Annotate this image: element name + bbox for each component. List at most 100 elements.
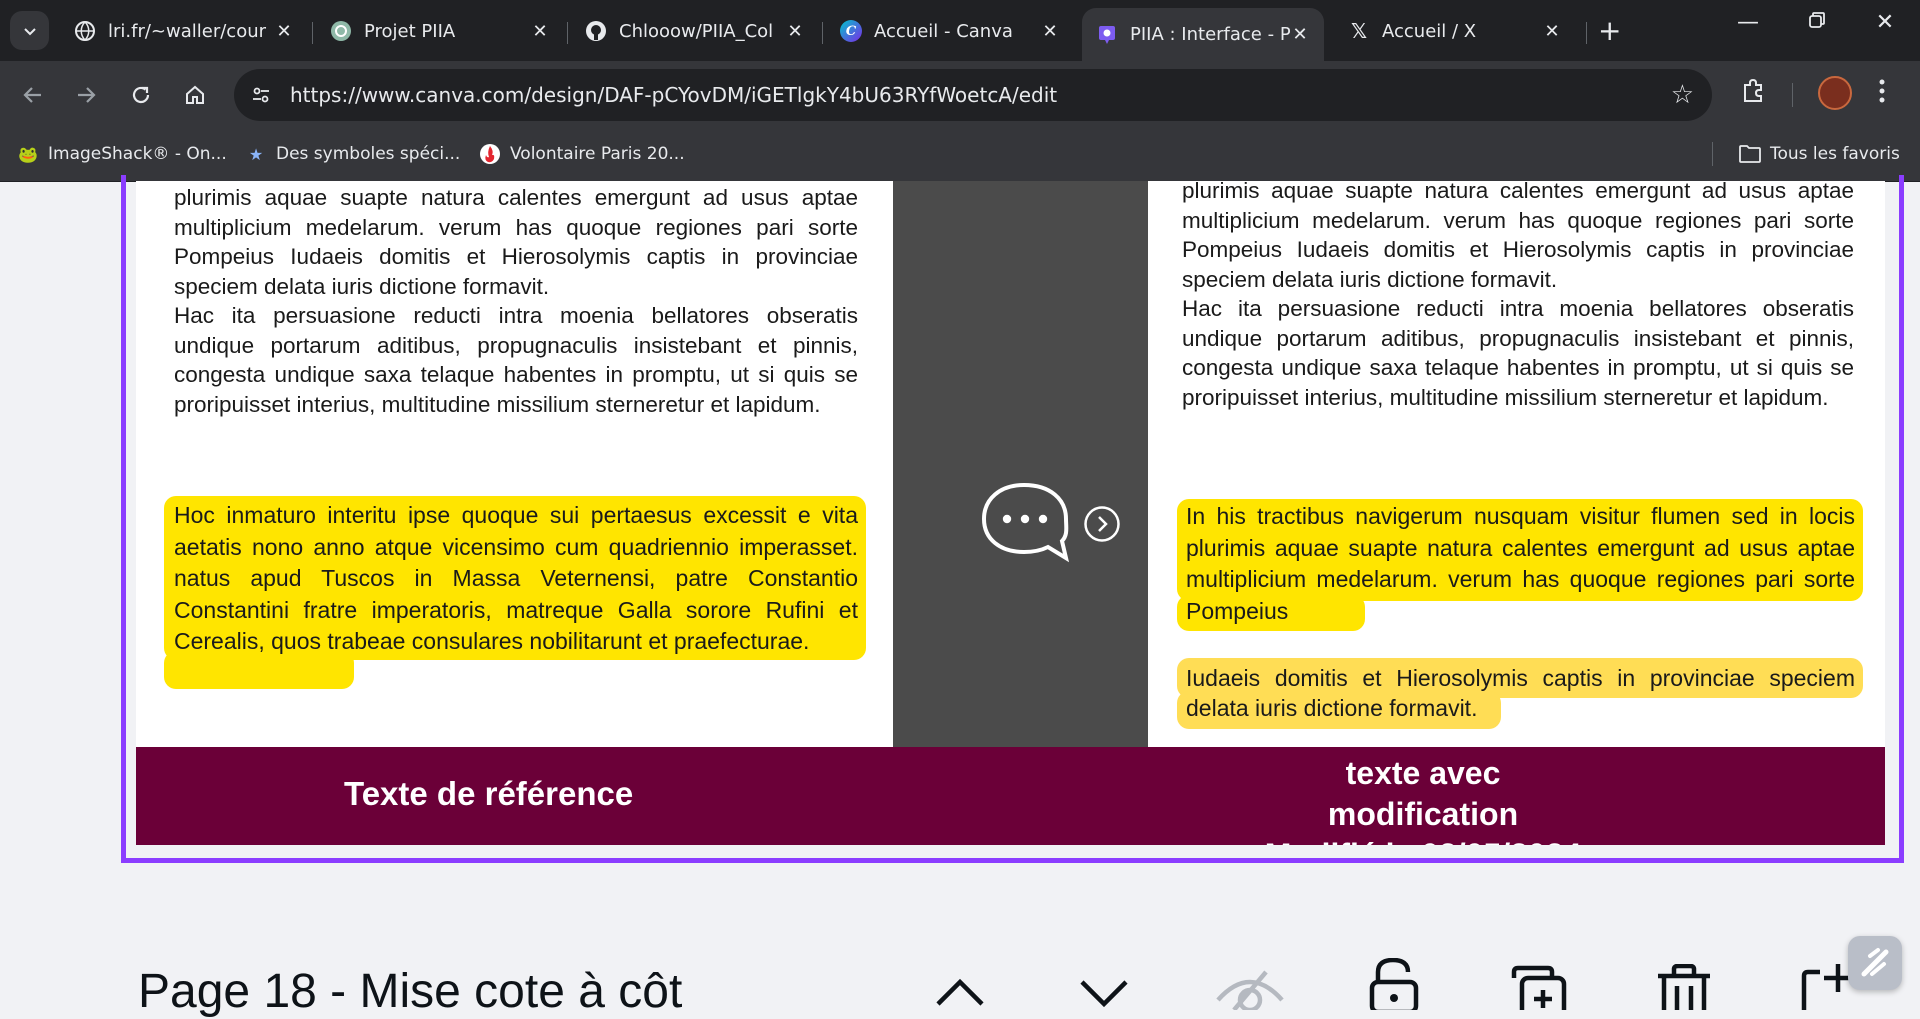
left-paragraph-2: Hac ita persuasione reducti intra moenia… xyxy=(174,303,858,417)
design-page[interactable]: plurimis aquae suapte natura calentes em… xyxy=(136,181,1885,845)
minimize-button[interactable]: — xyxy=(1728,10,1768,35)
bookmark-imageshack[interactable]: 🐸 ImageShack® - On... xyxy=(16,142,227,166)
magic-assistant-button[interactable] xyxy=(1848,936,1902,990)
chevron-up-icon xyxy=(936,978,984,1006)
tab-canva-home[interactable]: C Accueil - Canva ✕ xyxy=(826,8,1074,54)
bookmark-star-icon[interactable]: ☆ xyxy=(1671,80,1694,110)
tab-lri[interactable]: lri.fr/~waller/cour ✕ xyxy=(60,8,308,54)
lock-page-button[interactable] xyxy=(1366,957,1422,1015)
folder-icon xyxy=(1738,142,1762,166)
home-icon xyxy=(186,85,204,104)
restore-icon xyxy=(1809,12,1825,28)
imageshack-icon: 🐸 xyxy=(18,144,38,164)
close-icon[interactable]: ✕ xyxy=(1290,24,1310,45)
footer-modification-date: Modifié le 03/05/2024 xyxy=(1258,835,1588,845)
bookmarks-separator xyxy=(1712,142,1713,166)
page-title[interactable]: Page 18 - Mise cote à côt xyxy=(138,964,682,1019)
right-modified-text[interactable]: plurimis aquae suapte natura calentes em… xyxy=(1182,181,1854,412)
tab-title: Projet PIIA xyxy=(364,20,456,42)
close-icon[interactable]: ✕ xyxy=(1040,21,1060,42)
next-arrow-icon[interactable] xyxy=(1083,505,1121,547)
all-bookmarks-label: Tous les favoris xyxy=(1770,144,1900,164)
close-icon[interactable]: ✕ xyxy=(785,21,805,42)
left-reference-text[interactable]: plurimis aquae suapte natura calentes em… xyxy=(174,183,858,419)
home-button[interactable] xyxy=(178,78,212,112)
chevron-down-icon xyxy=(23,27,36,35)
tab-projet-piia[interactable]: Projet PIIA ✕ xyxy=(316,8,564,54)
browser-toolbar: https://www.canva.com/design/DAF-pCYovDM… xyxy=(0,61,1920,128)
bookmark-label: Volontaire Paris 20... xyxy=(510,144,685,164)
new-tab-button[interactable]: + xyxy=(1598,14,1621,47)
close-window-button[interactable]: ✕ xyxy=(1865,10,1905,35)
toolbar-separator xyxy=(1792,83,1793,107)
tab-search-button[interactable] xyxy=(10,11,49,50)
duplicate-page-button[interactable] xyxy=(1508,964,1568,1019)
tab-github[interactable]: Chlooow/PIIA_Col ✕ xyxy=(571,8,819,54)
footer-modification-label[interactable]: texte avec modification Modifié le 03/05… xyxy=(1258,753,1588,845)
middle-column-panel xyxy=(893,181,1148,747)
bookmark-volontaire[interactable]: Volontaire Paris 20... xyxy=(478,142,685,166)
delete-page-button[interactable] xyxy=(1654,963,1714,1014)
duplicate-page-icon xyxy=(1511,965,1567,1019)
extensions-button[interactable] xyxy=(1740,78,1766,110)
x-icon: 𝕏 xyxy=(1350,19,1368,43)
trash-icon xyxy=(1658,963,1710,1010)
tab-title: PIIA : Interface - P xyxy=(1130,24,1290,45)
footer-modification-line1: texte avec modification xyxy=(1327,755,1519,832)
tab-bar: lri.fr/~waller/cour ✕ Projet PIIA ✕ Chlo… xyxy=(0,0,1920,61)
bookmark-symboles[interactable]: ★ Des symboles spéci... xyxy=(244,142,460,166)
chat-bubble-icon[interactable] xyxy=(976,479,1076,575)
bookmarks-bar: 🐸 ImageShack® - On... ★ Des symboles spé… xyxy=(0,128,1920,182)
tab-title: lri.fr/~waller/cour xyxy=(108,20,267,42)
chevron-down-icon xyxy=(1080,980,1128,1008)
github-icon xyxy=(585,20,607,42)
eye-slash-icon xyxy=(1216,970,1284,1013)
back-button[interactable] xyxy=(16,78,50,112)
close-icon[interactable]: ✕ xyxy=(1542,21,1562,42)
menu-button[interactable] xyxy=(1878,78,1886,110)
bookmark-label: Des symboles spéci... xyxy=(276,144,461,164)
kebab-menu-icon xyxy=(1879,79,1885,103)
address-bar[interactable]: https://www.canva.com/design/DAF-pCYovDM… xyxy=(234,69,1712,121)
arrow-right-icon xyxy=(78,87,96,103)
right-highlight-2-text[interactable]: Iudaeis domitis et Hierosolymis captis i… xyxy=(1186,663,1855,723)
tab-title: Accueil - Canva xyxy=(874,20,1013,42)
tab-separator xyxy=(312,22,313,44)
right-paragraph-1: plurimis aquae suapte natura calentes em… xyxy=(1182,181,1854,292)
tab-title: Chlooow/PIIA_Col xyxy=(619,20,774,42)
close-icon[interactable]: ✕ xyxy=(530,21,550,42)
move-page-up-button[interactable] xyxy=(934,968,986,1014)
tab-title: Accueil / X xyxy=(1382,20,1477,42)
profile-avatar[interactable] xyxy=(1818,76,1852,110)
forward-button[interactable] xyxy=(69,78,103,112)
hide-page-button[interactable] xyxy=(1214,970,1286,1014)
reload-button[interactable] xyxy=(124,78,158,112)
reload-icon xyxy=(132,86,150,104)
site-settings-icon[interactable] xyxy=(248,82,274,108)
bookmark-label: ImageShack® - On... xyxy=(48,144,227,164)
right-paragraph-2: Hac ita persuasione reducti intra moenia… xyxy=(1182,296,1854,410)
move-page-down-button[interactable] xyxy=(1078,968,1130,1014)
url-text[interactable]: https://www.canva.com/design/DAF-pCYovDM… xyxy=(290,83,1057,107)
left-highlight-text[interactable]: Hoc inmaturo interitu ipse quoque sui pe… xyxy=(174,500,858,658)
tab-separator xyxy=(1586,22,1587,44)
all-bookmarks-button[interactable]: Tous les favoris xyxy=(1738,142,1900,166)
chatgpt-icon xyxy=(330,20,352,42)
magic-wand-icon xyxy=(1861,948,1889,977)
puzzle-icon xyxy=(1744,78,1762,102)
unlock-icon xyxy=(1369,957,1419,1015)
tab-separator xyxy=(822,22,823,44)
footer-reference-label[interactable]: Texte de référence xyxy=(344,775,633,813)
close-icon[interactable]: ✕ xyxy=(274,21,294,42)
flame-icon xyxy=(478,142,502,166)
canva-icon: C xyxy=(840,20,862,42)
arrow-left-icon xyxy=(23,87,41,103)
tab-x[interactable]: 𝕏 Accueil / X ✕ xyxy=(1334,8,1576,54)
canva-design-icon xyxy=(1096,24,1118,46)
restore-button[interactable] xyxy=(1797,10,1837,35)
star-icon: ★ xyxy=(248,144,264,164)
tab-separator xyxy=(567,22,568,44)
tab-piia-interface[interactable]: PIIA : Interface - P ✕ xyxy=(1082,8,1324,61)
footer-bar: Texte de référence texte avec modificati… xyxy=(136,747,1885,845)
right-highlight-1-text[interactable]: In his tractibus navigerum nusquam visit… xyxy=(1186,501,1855,627)
